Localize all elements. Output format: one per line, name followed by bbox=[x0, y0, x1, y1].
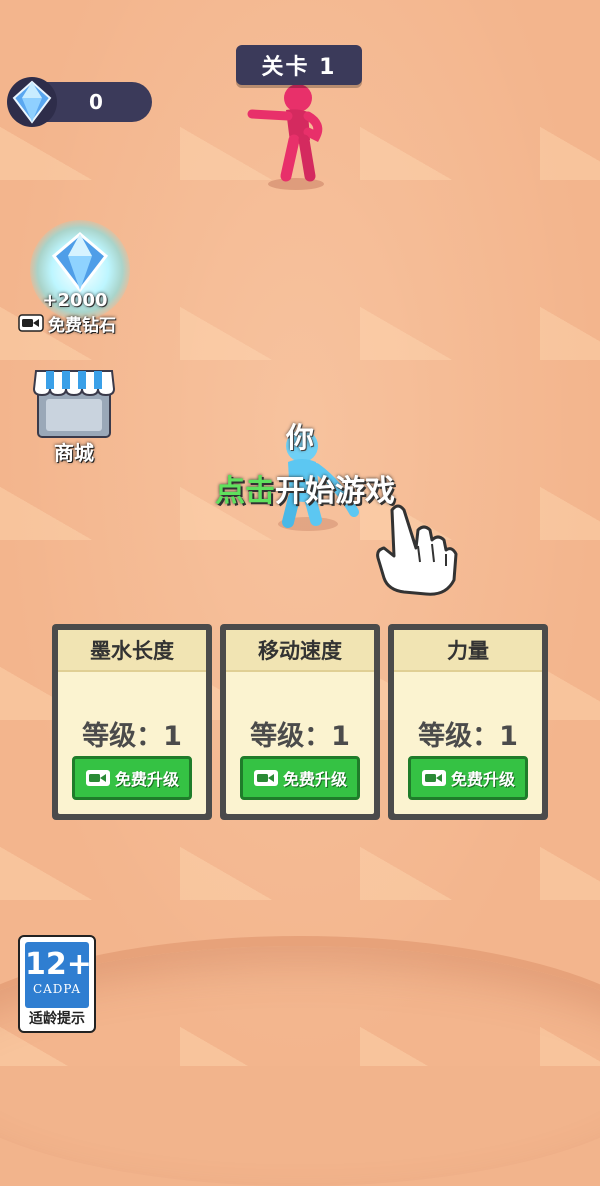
age-rating-org: CADPA bbox=[32, 982, 82, 996]
diamond-icon bbox=[7, 77, 57, 127]
free-upgrade-button[interactable]: 免费升级 bbox=[240, 756, 360, 800]
free-gems-button[interactable]: +2000 免费钻石 bbox=[10, 200, 140, 340]
video-icon bbox=[18, 314, 44, 332]
free-gems-amount: +2000 bbox=[42, 290, 108, 311]
gem-count: 0 bbox=[89, 90, 103, 114]
video-icon bbox=[421, 770, 446, 786]
upgrade-card-move-speed: 移动速度 等级：1 免费升级 bbox=[220, 624, 380, 820]
tap-highlight: 点击 bbox=[215, 474, 275, 509]
age-rating-badge[interactable]: 12+ CADPA 适龄提示 bbox=[18, 935, 96, 1033]
free-upgrade-label: 免费升级 bbox=[282, 770, 347, 789]
upgrade-level: 等级：1 bbox=[82, 721, 182, 752]
free-upgrade-label: 免费升级 bbox=[450, 770, 515, 789]
level-badge: 关卡 1 bbox=[236, 45, 362, 85]
level-label: 关卡 1 bbox=[261, 55, 337, 80]
upgrade-card-strength: 力量 等级：1 免费升级 bbox=[388, 624, 548, 820]
age-rating-number: 12+ bbox=[25, 947, 92, 982]
store-icon bbox=[32, 370, 116, 438]
upgrade-level: 等级：1 bbox=[418, 721, 518, 752]
diamond-icon bbox=[51, 232, 109, 293]
free-upgrade-button[interactable]: 免费升级 bbox=[72, 756, 192, 800]
video-icon bbox=[253, 770, 278, 786]
free-upgrade-button[interactable]: 免费升级 bbox=[408, 756, 528, 800]
shop-label: 商城 bbox=[54, 441, 94, 465]
player-name: 你 bbox=[285, 421, 314, 454]
upgrade-title: 力量 bbox=[394, 630, 542, 672]
upgrade-panel: 墨水长度 等级：1 免费升级 移动速度 等级：1 免费升级 力量 等级：1 免费… bbox=[52, 624, 552, 820]
shop-button[interactable]: 商城 bbox=[26, 365, 122, 465]
upgrade-level: 等级：1 bbox=[250, 721, 350, 752]
free-gems-label: 免费钻石 bbox=[48, 315, 116, 336]
upgrade-title: 墨水长度 bbox=[58, 630, 206, 672]
free-gems-action[interactable]: 免费钻石 bbox=[18, 310, 142, 336]
video-icon bbox=[85, 770, 110, 786]
enemy-stickman bbox=[247, 84, 324, 190]
pointing-hand-icon bbox=[376, 504, 458, 596]
free-upgrade-label: 免费升级 bbox=[114, 770, 179, 789]
age-rating-box: 12+ CADPA bbox=[25, 942, 92, 1008]
upgrade-title: 移动速度 bbox=[226, 630, 374, 672]
age-rating-tip: 适龄提示 bbox=[29, 1011, 85, 1027]
upgrade-card-ink-length: 墨水长度 等级：1 免费升级 bbox=[52, 624, 212, 820]
